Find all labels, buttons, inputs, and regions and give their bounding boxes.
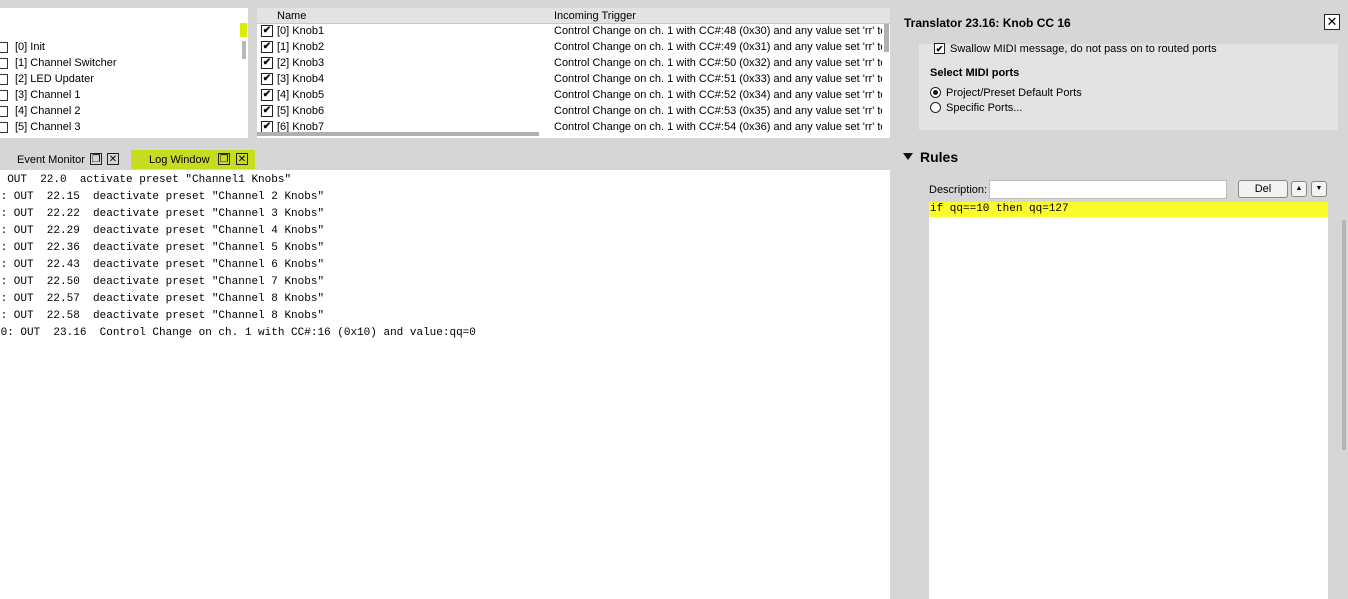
preset-label: [0] Init [15, 41, 45, 53]
default-ports-radio[interactable] [930, 87, 941, 98]
log-line: 7: OUT 22.50 deactivate preset "Channel … [0, 276, 325, 288]
preset-selection-marker [240, 23, 247, 37]
table-vertical-scrollbar[interactable] [884, 24, 889, 52]
table-row[interactable]: ✔ [2] Knob3 Control Change on ch. 1 with… [257, 55, 882, 71]
preset-checkbox[interactable] [0, 122, 8, 133]
specific-ports-label: Specific Ports... [946, 102, 1023, 114]
preset-label: [5] Channel 3 [15, 121, 81, 133]
preset-label: [1] Channel Switcher [15, 57, 117, 69]
close-icon[interactable]: ✕ [1324, 14, 1340, 30]
tab-log-window[interactable]: Log Window ❐ ✕ [131, 150, 255, 169]
midi-ports-heading: Select MIDI ports [930, 67, 1020, 79]
translator-trigger: Control Change on ch. 1 with CC#:52 (0x3… [554, 89, 882, 101]
enabled-checkbox[interactable]: ✔ [261, 25, 273, 37]
preset-checkbox[interactable] [0, 74, 8, 85]
table-header: Name Incoming Trigger [257, 8, 890, 24]
enabled-checkbox[interactable]: ✔ [261, 73, 273, 85]
default-ports-label: Project/Preset Default Ports [946, 87, 1082, 99]
table-row[interactable]: ✔ [1] Knob2 Control Change on ch. 1 with… [257, 39, 882, 55]
log-line: : OUT 22.0 activate preset "Channel1 Kno… [0, 174, 292, 186]
swallow-checkbox[interactable]: ✔ [934, 43, 945, 54]
table-row[interactable]: ✔ [0] Knob1 Control Change on ch. 1 with… [257, 23, 882, 39]
translator-trigger: Control Change on ch. 1 with CC#:51 (0x3… [554, 73, 882, 85]
preset-checkbox[interactable] [0, 42, 8, 53]
preset-label: [3] Channel 1 [15, 89, 81, 101]
log-line: 3: OUT 22.22 deactivate preset "Channel … [0, 208, 325, 220]
preset-label: [2] LED Updater [15, 73, 94, 85]
log-line: 10: OUT 23.16 Control Change on ch. 1 wi… [0, 327, 476, 339]
panel-title: Translator 23.16: Knob CC 16 [904, 16, 1071, 30]
maximize-icon[interactable]: ❐ [90, 153, 102, 165]
description-label: Description: [929, 184, 988, 196]
specific-ports-radio[interactable] [930, 102, 941, 113]
table-row[interactable]: ✔ [4] Knob5 Control Change on ch. 1 with… [257, 87, 882, 103]
tab-event-monitor[interactable]: Event Monitor ❐ ✕ [0, 150, 128, 169]
preset-checkbox[interactable] [0, 58, 8, 69]
tab-label: Event Monitor [17, 154, 85, 166]
translator-trigger: Control Change on ch. 1 with CC#:53 (0x3… [554, 105, 882, 117]
swallow-label: Swallow MIDI message, do not pass on to … [950, 43, 1217, 55]
log-line: 9: OUT 22.58 deactivate preset "Channel … [0, 310, 325, 322]
tab-label: Log Window [149, 154, 210, 166]
log-window[interactable]: : OUT 22.0 activate preset "Channel1 Kno… [0, 170, 890, 599]
move-up-icon[interactable]: ▲ [1291, 181, 1307, 197]
enabled-checkbox[interactable]: ✔ [261, 41, 273, 53]
move-down-icon[interactable]: ▼ [1311, 181, 1327, 197]
table-row[interactable]: ✔ [3] Knob4 Control Change on ch. 1 with… [257, 71, 882, 87]
translator-trigger: Control Change on ch. 1 with CC#:48 (0x3… [554, 25, 882, 37]
translator-name: [3] Knob4 [277, 73, 325, 85]
log-line: 3: OUT 22.36 deactivate preset "Channel … [0, 242, 325, 254]
translator-name: [5] Knob6 [277, 105, 325, 117]
translator-trigger: Control Change on ch. 1 with CC#:50 (0x3… [554, 57, 882, 69]
preset-label: [4] Channel 2 [15, 105, 81, 117]
rule-line[interactable]: if qq==10 then qq=127 [929, 202, 1328, 217]
translator-name: [1] Knob2 [277, 41, 325, 53]
translator-table: Name Incoming Trigger ✔ [0] Knob1 Contro… [257, 8, 890, 138]
close-icon[interactable]: ✕ [107, 153, 119, 165]
log-line: 3: OUT 22.57 deactivate preset "Channel … [0, 293, 325, 305]
panel-scrollbar[interactable] [1342, 220, 1346, 450]
preset-checkbox[interactable] [0, 90, 8, 101]
preset-list: [0] Init [1] Channel Switcher [2] LED Up… [0, 8, 248, 138]
log-line: 3: OUT 22.43 deactivate preset "Channel … [0, 259, 325, 271]
translator-name: [2] Knob3 [277, 57, 325, 69]
enabled-checkbox[interactable]: ✔ [261, 105, 273, 117]
enabled-checkbox[interactable]: ✔ [261, 89, 273, 101]
preset-list-scrollbar[interactable] [242, 41, 246, 59]
translator-name: [0] Knob1 [277, 25, 325, 37]
translator-name: [4] Knob5 [277, 89, 325, 101]
enabled-checkbox[interactable]: ✔ [261, 57, 273, 69]
close-icon[interactable]: ✕ [236, 153, 248, 165]
translator-trigger: Control Change on ch. 1 with CC#:54 (0x3… [554, 121, 882, 133]
delete-rule-button[interactable]: Del [1238, 180, 1288, 198]
log-line: 3: OUT 22.29 deactivate preset "Channel … [0, 225, 325, 237]
log-line: 2: OUT 22.15 deactivate preset "Channel … [0, 191, 325, 203]
description-input[interactable] [989, 180, 1227, 199]
table-row[interactable]: ✔ [5] Knob6 Control Change on ch. 1 with… [257, 103, 882, 119]
preset-checkbox[interactable] [0, 106, 8, 117]
maximize-icon[interactable]: ❐ [218, 153, 230, 165]
table-horizontal-scrollbar[interactable] [257, 132, 539, 136]
column-header-name[interactable]: Name [277, 9, 306, 23]
rules-editor[interactable]: if qq==10 then qq=127 [929, 202, 1328, 599]
rules-heading[interactable]: Rules [920, 148, 958, 166]
collapse-arrow-icon[interactable] [903, 153, 913, 160]
column-header-trigger[interactable]: Incoming Trigger [554, 9, 636, 23]
translator-trigger: Control Change on ch. 1 with CC#:49 (0x3… [554, 41, 882, 53]
